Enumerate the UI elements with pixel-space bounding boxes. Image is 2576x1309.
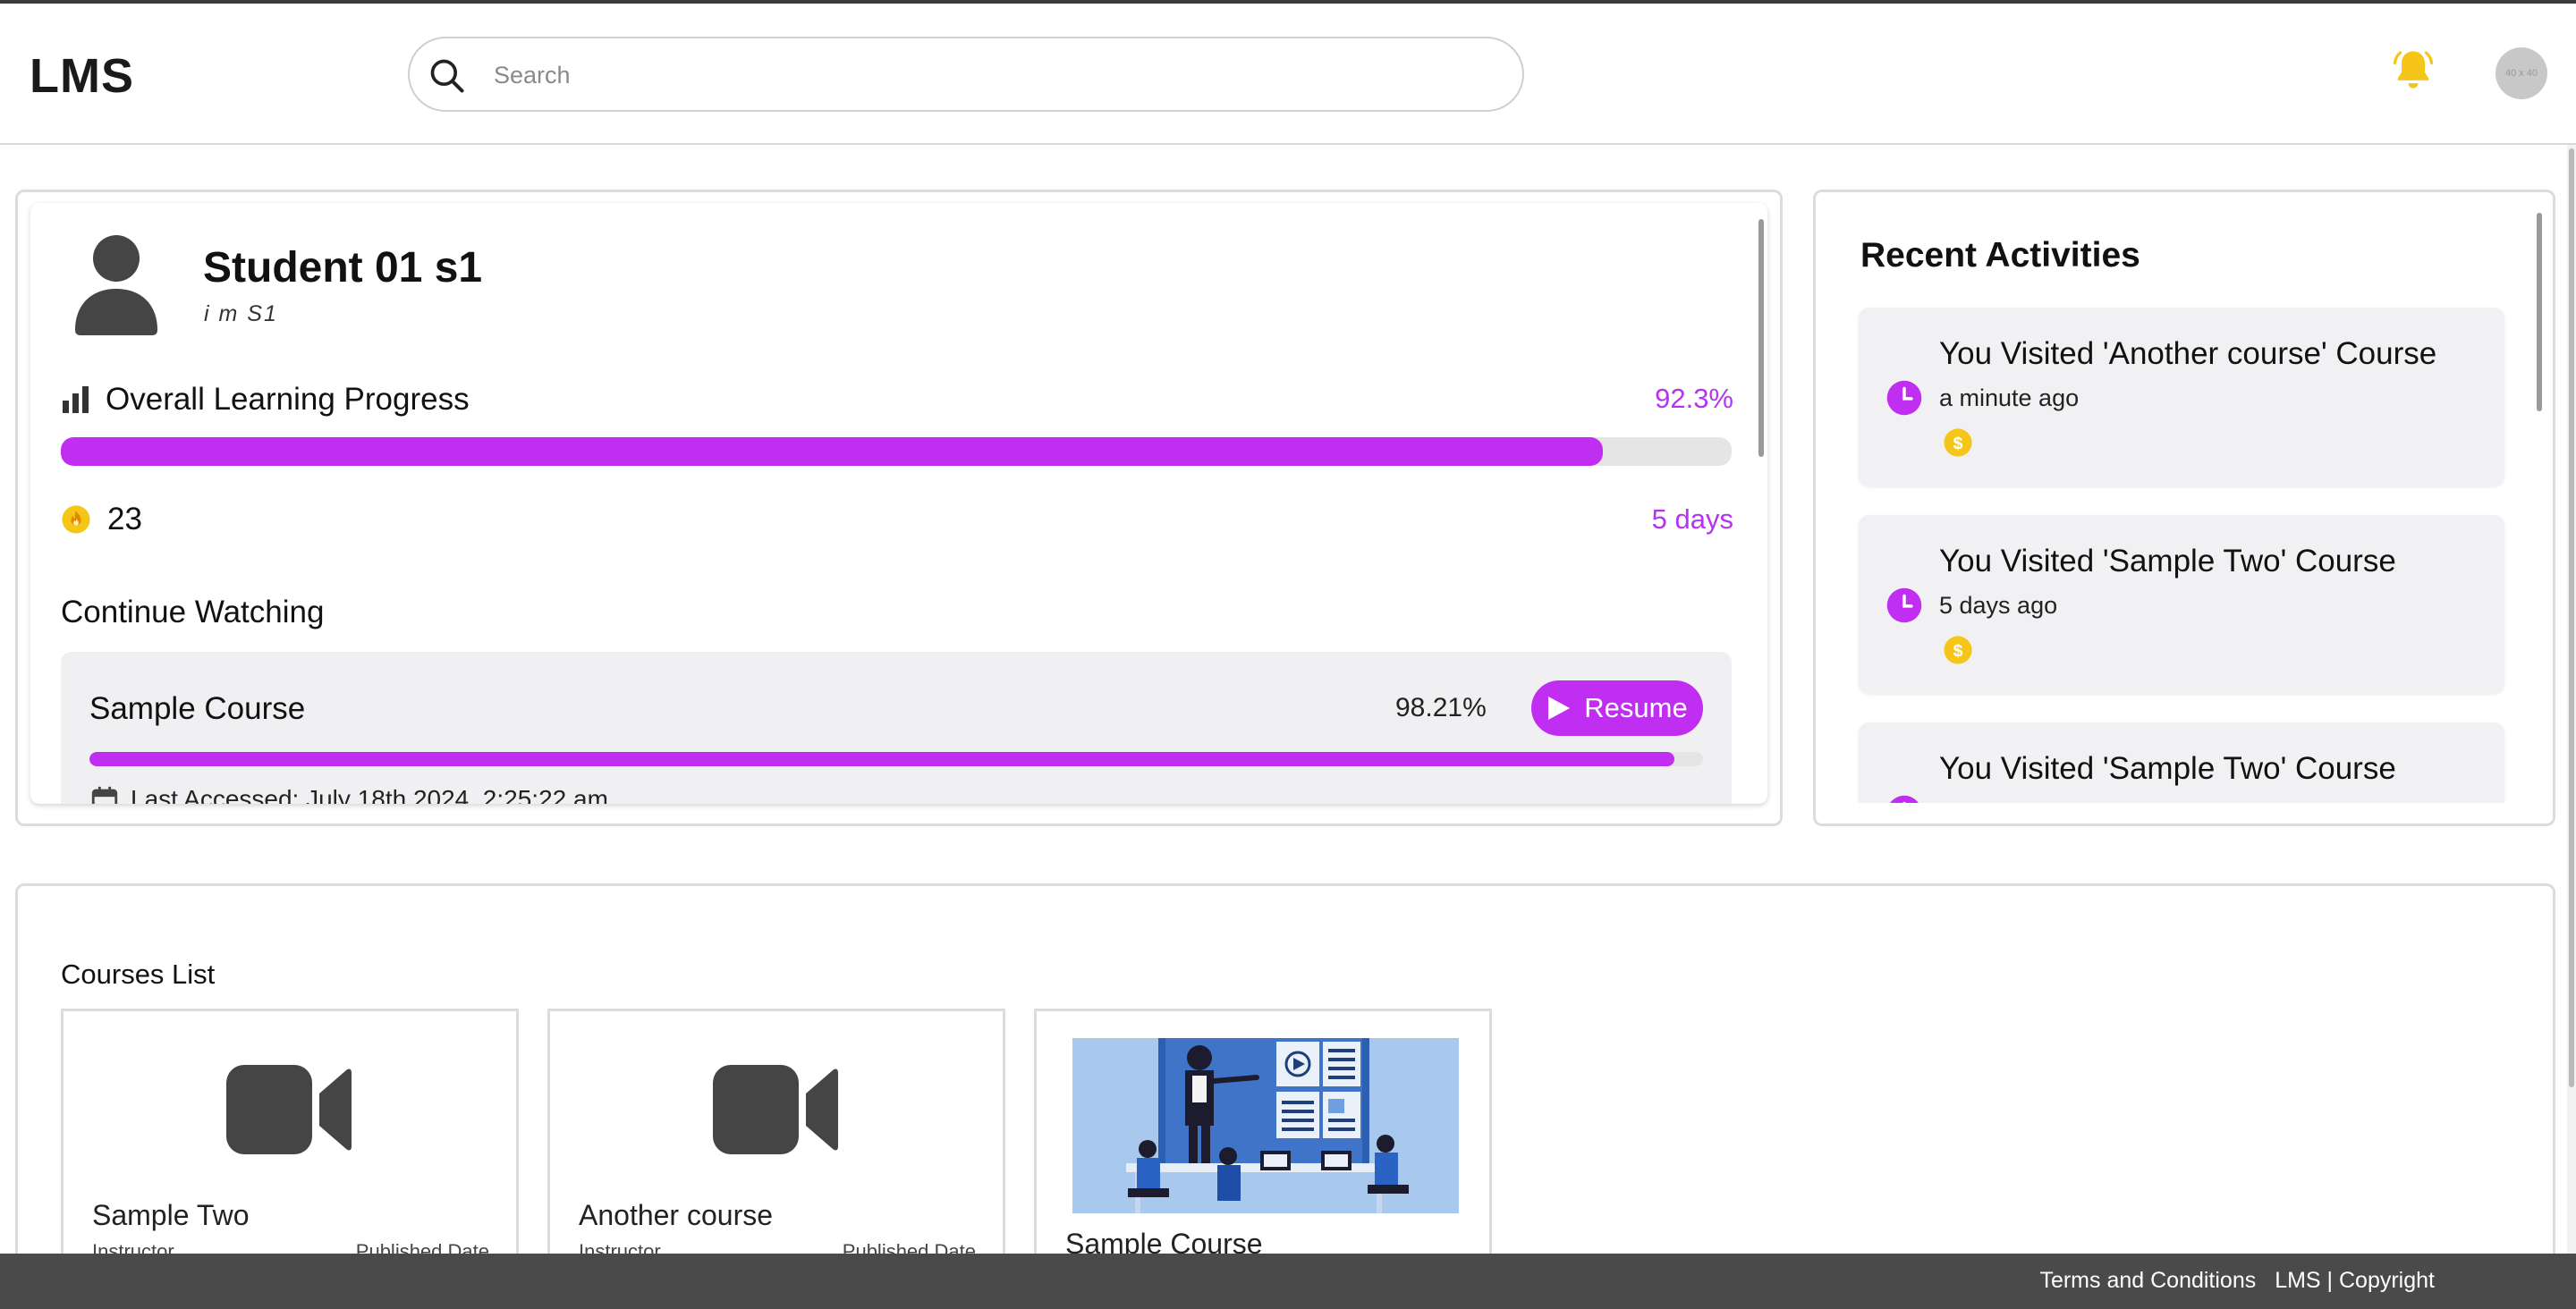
clock-icon bbox=[1886, 587, 1922, 623]
course-name: Sample Two bbox=[92, 1199, 250, 1231]
calendar-icon bbox=[91, 786, 118, 804]
resume-label: Resume bbox=[1584, 692, 1688, 723]
activity-text: You Visited 'Another course' Course bbox=[1939, 336, 2437, 371]
continue-course-name: Sample Course bbox=[89, 691, 306, 726]
overall-progress-bar bbox=[61, 437, 1732, 466]
profile-card: Student 01 s1 i m S1 Overall Learning Pr… bbox=[30, 203, 1767, 804]
bell-icon[interactable] bbox=[2390, 46, 2436, 97]
progress-label: Overall Learning Progress bbox=[106, 382, 470, 417]
page-scrollbar-thumb[interactable] bbox=[2569, 148, 2574, 1087]
footer-links: Terms and Conditions LMS | Copyright bbox=[2027, 1268, 2435, 1294]
continue-course-percent: 98.21% bbox=[1395, 693, 1487, 722]
copyright-text: LMS | Copyright bbox=[2275, 1268, 2435, 1293]
progress-percent: 92.3% bbox=[1655, 383, 1733, 414]
user-icon bbox=[73, 233, 159, 340]
streak: 23 bbox=[61, 502, 142, 537]
activities-scrollbar[interactable] bbox=[2537, 213, 2542, 411]
clock-icon bbox=[1886, 380, 1922, 416]
streak-days: 5 days bbox=[1651, 503, 1733, 535]
logo[interactable]: LMS bbox=[30, 48, 134, 104]
header: LMS 40 x 40 bbox=[0, 4, 2576, 145]
course-progress-bar bbox=[89, 752, 1703, 766]
last-accessed: Last Accessed: July 18th 2024, 2:25:22 a… bbox=[89, 784, 608, 804]
clock-icon bbox=[1890, 795, 1919, 803]
activities-list: Recent Activities You Visited 'Another c… bbox=[1828, 204, 2553, 803]
overall-progress-fill bbox=[61, 437, 1604, 466]
last-accessed-text: Last Accessed: July 18th 2024, 2:25:22 a… bbox=[131, 785, 608, 804]
svg-text:$: $ bbox=[1953, 434, 1962, 453]
footer: Terms and Conditions LMS | Copyright bbox=[0, 1254, 2576, 1309]
search-icon bbox=[430, 59, 464, 93]
activities-title: Recent Activities bbox=[1860, 236, 2140, 274]
continue-watching-title: Continue Watching bbox=[61, 595, 325, 629]
coin-icon: $ bbox=[1944, 636, 1972, 664]
course-thumbnail bbox=[1072, 1038, 1459, 1213]
course-progress-fill bbox=[89, 752, 1674, 766]
search-bar[interactable] bbox=[408, 37, 1524, 112]
course-card[interactable]: Another course Instructor Published Date bbox=[547, 1009, 1005, 1295]
student-name: Student 01 s1 bbox=[203, 244, 483, 291]
fire-icon bbox=[62, 505, 90, 534]
avatar[interactable]: 40 x 40 bbox=[2496, 47, 2547, 99]
activity-item[interactable]: You Visited 'Another course' Course a mi… bbox=[1859, 308, 2504, 486]
activity-text: You Visited 'Sample Two' Course bbox=[1939, 751, 2396, 786]
play-icon bbox=[1548, 697, 1571, 720]
activity-item[interactable]: You Visited 'Sample Two' Course bbox=[1859, 722, 2504, 803]
activity-item[interactable]: You Visited 'Sample Two' Course 5 days a… bbox=[1859, 515, 2504, 694]
profile-card-scrollbar[interactable] bbox=[1758, 219, 1764, 457]
page-scrollbar[interactable] bbox=[2567, 145, 2576, 1254]
search-input[interactable] bbox=[494, 53, 1478, 97]
video-camera-icon bbox=[713, 1065, 838, 1154]
activity-time: a minute ago bbox=[1939, 384, 2080, 411]
activity-text: You Visited 'Sample Two' Course bbox=[1939, 544, 2396, 578]
progress-title: Overall Learning Progress bbox=[61, 382, 470, 418]
bar-chart-icon bbox=[63, 386, 89, 413]
resume-button[interactable]: Resume bbox=[1531, 680, 1703, 736]
course-card[interactable]: Sample Course bbox=[1034, 1009, 1492, 1295]
courses-title: Courses List bbox=[61, 959, 216, 990]
activity-time: 5 days ago bbox=[1939, 592, 2058, 619]
video-camera-icon bbox=[226, 1065, 352, 1154]
course-name: Another course bbox=[579, 1199, 774, 1231]
student-subtitle: i m S1 bbox=[204, 301, 278, 326]
course-card[interactable]: Sample Two Instructor Published Date bbox=[61, 1009, 519, 1295]
terms-link[interactable]: Terms and Conditions bbox=[2039, 1268, 2256, 1293]
coin-icon: $ bbox=[1944, 428, 1972, 457]
continue-watching-card[interactable]: Sample Course 98.21% Resume Last Accesse… bbox=[61, 652, 1732, 804]
svg-text:$: $ bbox=[1953, 641, 1962, 661]
streak-count: 23 bbox=[107, 502, 142, 536]
